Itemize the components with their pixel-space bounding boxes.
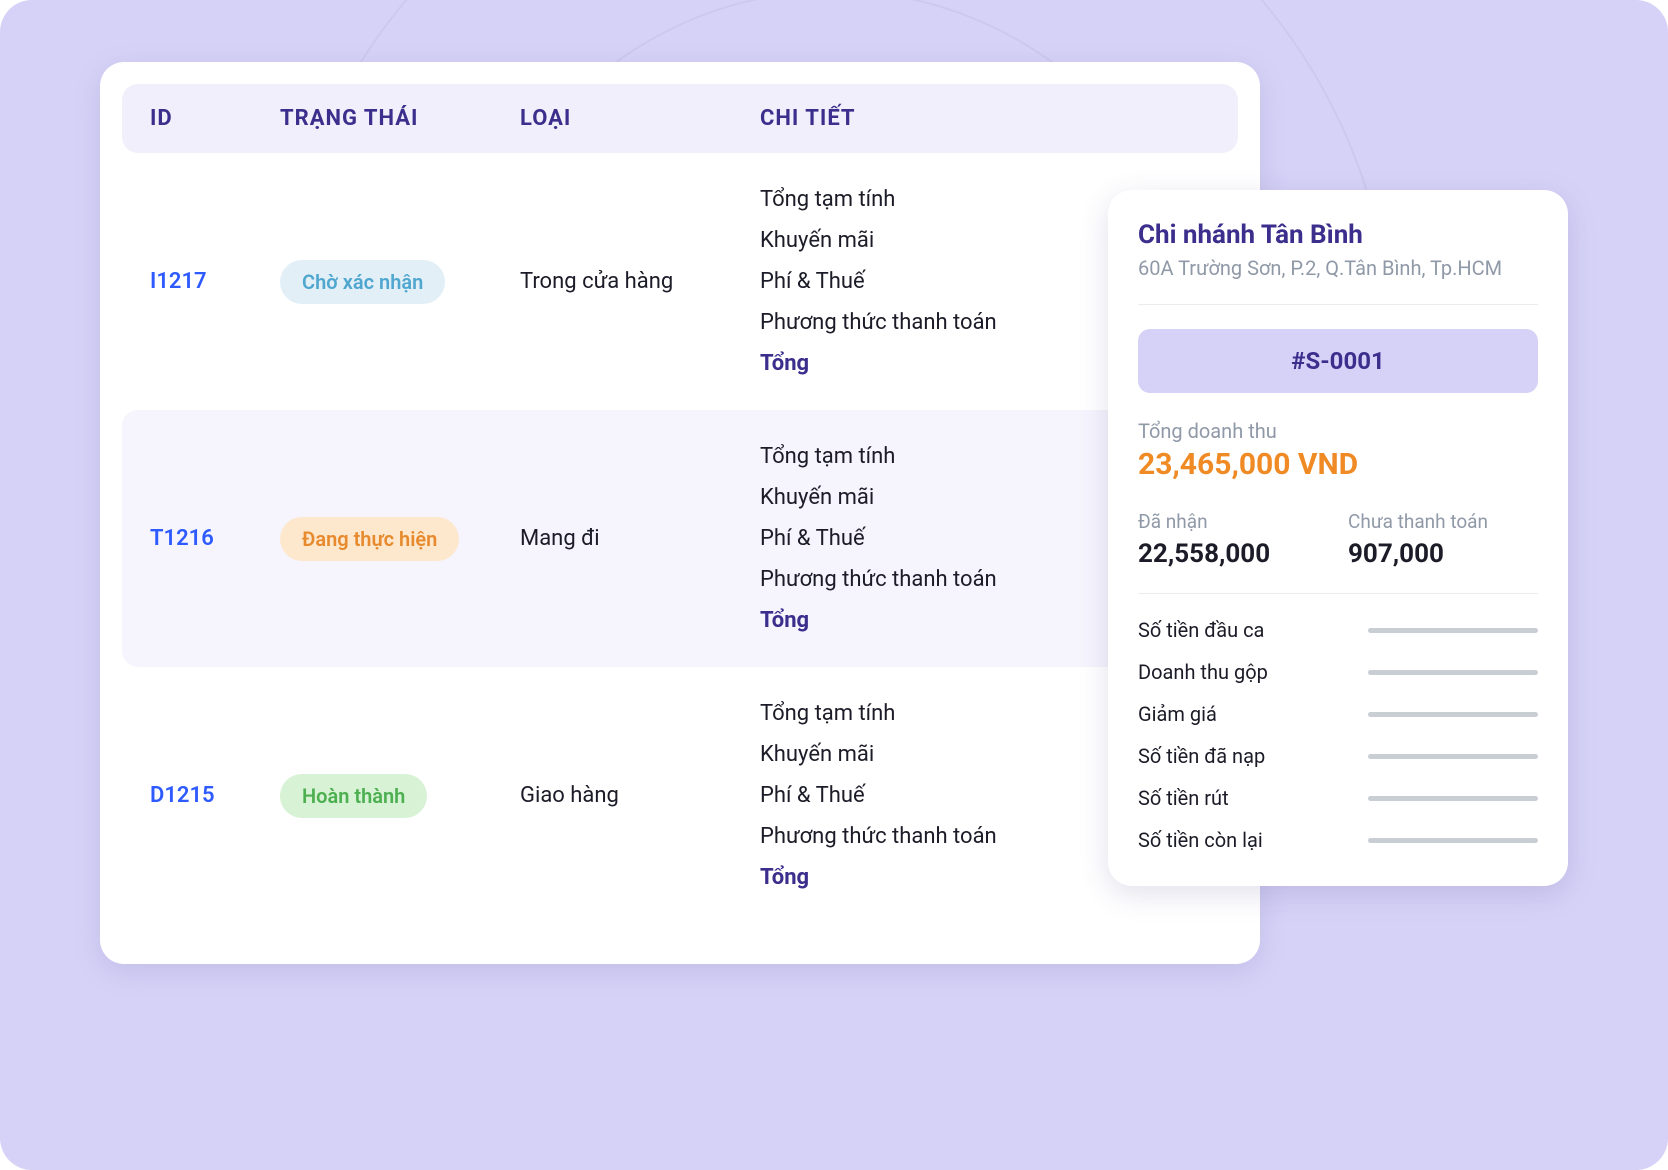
order-id[interactable]: D1215	[150, 783, 270, 808]
col-header-id: ID	[150, 106, 270, 131]
detail-label: Phí & Thuế	[760, 269, 865, 294]
unpaid-label: Chưa thanh toán	[1348, 510, 1538, 533]
table-row[interactable]: D1215 Hoàn thành Giao hàng Tổng tạm tính Khu…	[122, 667, 1238, 924]
col-header-type: LOẠI	[520, 106, 750, 131]
detail-label: Tổng tạm tính	[760, 444, 895, 469]
status-cell: Đang thực hiện	[280, 517, 510, 561]
placeholder-bar	[1368, 838, 1538, 843]
col-header-status: TRẠNG THÁI	[280, 106, 510, 131]
detail-label: Phí & Thuế	[760, 526, 865, 551]
received-label: Đã nhận	[1138, 510, 1328, 533]
stat-label: Số tiền đã nạp	[1138, 744, 1265, 768]
detail-label: Khuyến mãi	[760, 485, 874, 510]
stat-line: Số tiền rút	[1138, 786, 1538, 810]
stat-label: Giảm giá	[1138, 702, 1217, 726]
orders-card: ID TRẠNG THÁI LOẠI CHI TIẾT I1217 Chờ xác…	[100, 62, 1260, 964]
branch-address: 60A Trường Sơn, P.2, Q.Tân Bình, Tp.HCM	[1138, 256, 1538, 280]
session-code-badge[interactable]: #S-0001	[1138, 329, 1538, 393]
stat-line: Số tiền đầu ca	[1138, 618, 1538, 642]
stat-label: Số tiền đầu ca	[1138, 618, 1264, 642]
detail-label: Tổng tạm tính	[760, 701, 895, 726]
table-row[interactable]: T1216 Đang thực hiện Mang đi Tổng tạm tính K…	[122, 410, 1238, 667]
detail-label: Tổng	[760, 608, 809, 633]
detail-label: Tổng	[760, 351, 809, 376]
stat-line: Giảm giá	[1138, 702, 1538, 726]
placeholder-bar	[1368, 796, 1538, 801]
status-badge: Chờ xác nhận	[280, 260, 445, 304]
detail-label: Phương thức thanh toán	[760, 824, 997, 849]
order-type: Trong cửa hàng	[520, 269, 750, 294]
detail-label: Phí & Thuế	[760, 783, 865, 808]
stat-label: Số tiền còn lại	[1138, 828, 1263, 852]
app-stage: ID TRẠNG THÁI LOẠI CHI TIẾT I1217 Chờ xác…	[0, 0, 1668, 1170]
status-cell: Chờ xác nhận	[280, 260, 510, 304]
placeholder-bar	[1368, 754, 1538, 759]
unpaid-value: 907,000	[1348, 539, 1538, 569]
stat-list: Số tiền đầu ca Doanh thu gộp Giảm giá Số ti…	[1138, 618, 1538, 852]
detail-label: Tổng	[760, 865, 809, 890]
detail-label: Khuyến mãi	[760, 228, 874, 253]
order-id[interactable]: I1217	[150, 269, 270, 294]
branch-name: Chi nhánh Tân Bình	[1138, 220, 1538, 250]
revenue-label: Tổng doanh thu	[1138, 419, 1538, 443]
col-header-detail: CHI TIẾT	[760, 106, 1210, 131]
stat-label: Doanh thu gộp	[1138, 660, 1268, 684]
status-badge: Đang thực hiện	[280, 517, 459, 561]
order-id[interactable]: T1216	[150, 526, 270, 551]
status-cell: Hoàn thành	[280, 774, 510, 818]
status-badge: Hoàn thành	[280, 774, 427, 818]
received-value: 22,558,000	[1138, 539, 1328, 569]
order-type: Mang đi	[520, 526, 750, 551]
stat-line: Số tiền còn lại	[1138, 828, 1538, 852]
detail-label: Tổng tạm tính	[760, 187, 895, 212]
branch-summary-card: Chi nhánh Tân Bình 60A Trường Sơn, P.2, …	[1108, 190, 1568, 886]
placeholder-bar	[1368, 670, 1538, 675]
placeholder-bar	[1368, 712, 1538, 717]
detail-label: Khuyến mãi	[760, 742, 874, 767]
order-type: Giao hàng	[520, 783, 750, 808]
table-row[interactable]: I1217 Chờ xác nhận Trong cửa hàng Tổng tạm …	[122, 153, 1238, 410]
divider	[1138, 593, 1538, 594]
placeholder-bar	[1368, 628, 1538, 633]
revenue-value: 23,465,000 VND	[1138, 447, 1538, 482]
stat-line: Số tiền đã nạp	[1138, 744, 1538, 768]
stat-line: Doanh thu gộp	[1138, 660, 1538, 684]
divider	[1138, 304, 1538, 305]
table-header: ID TRẠNG THÁI LOẠI CHI TIẾT	[122, 84, 1238, 153]
detail-label: Phương thức thanh toán	[760, 310, 997, 335]
detail-label: Phương thức thanh toán	[760, 567, 997, 592]
received-unpaid-block: Đã nhận 22,558,000 Chưa thanh toán 907,0…	[1138, 510, 1538, 569]
stat-label: Số tiền rút	[1138, 786, 1229, 810]
